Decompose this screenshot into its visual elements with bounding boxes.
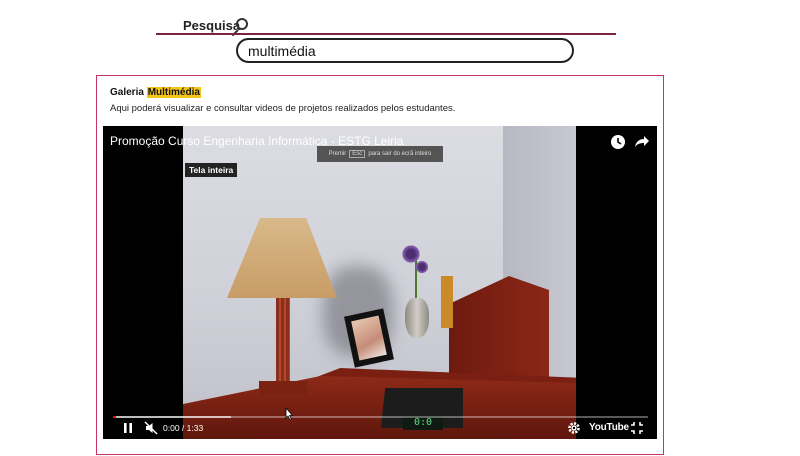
search-label: Pesquisa [183, 18, 241, 33]
fullscreen-tooltip: Tela inteira [185, 163, 238, 177]
progress-buffer [113, 416, 231, 418]
clock-icon[interactable] [608, 132, 628, 152]
share-icon[interactable] [631, 132, 651, 152]
progress-bar[interactable] [113, 416, 648, 418]
player-controls: 0:00 / 1:33 YouTube [103, 419, 657, 439]
video-player[interactable]: 0:0 Promoção Curso Engenharia Informátic… [103, 126, 657, 439]
esc-key-badge: Esc [349, 150, 366, 158]
mouse-cursor-icon [285, 408, 293, 420]
exit-fullscreen-icon [631, 422, 643, 434]
esc-hint-suffix: para sair do ecrã inteiro [368, 151, 432, 157]
esc-hint-prefix: Premir [328, 151, 347, 157]
mute-button[interactable] [143, 420, 159, 436]
time-display: 0:00 / 1:33 [163, 423, 204, 433]
settings-icon [568, 422, 580, 434]
gallery-description: Aqui poderá visualizar e consultar video… [110, 103, 456, 114]
pause-icon [124, 423, 132, 433]
gallery-title-highlight: Multimédia [146, 87, 201, 98]
search-input[interactable] [236, 38, 574, 63]
settings-button[interactable] [567, 421, 581, 435]
pause-button[interactable] [120, 420, 136, 436]
search-divider [156, 33, 616, 35]
gallery-title-prefix: Galeria [110, 87, 147, 98]
progress-fill [113, 416, 117, 418]
mute-icon [144, 421, 158, 435]
gallery-title: Galeria Multimédia [110, 87, 201, 98]
youtube-logo[interactable]: YouTube [589, 422, 629, 433]
esc-exit-hint: Premir Esc para sair do ecrã inteiro [317, 146, 443, 162]
video-frame: 0:0 [183, 126, 576, 439]
exit-fullscreen-button[interactable] [630, 421, 644, 435]
